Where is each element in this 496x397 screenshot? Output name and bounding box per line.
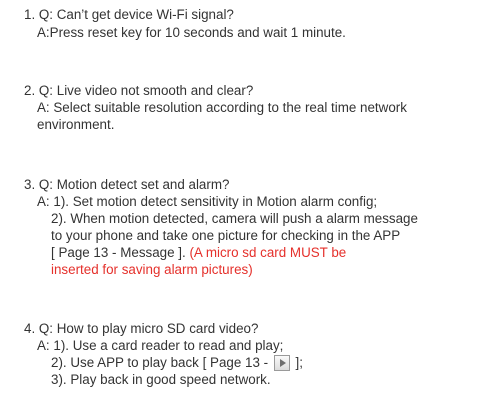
sd-card-warning-continued: inserted for saving alarm pictures) xyxy=(51,262,253,277)
faq-answer-3-line-1: A: 1). Set motion detect sensitivity in … xyxy=(37,194,378,209)
faq-question-1: 1. Q: Can’t get device Wi-Fi signal? xyxy=(24,7,234,22)
faq-answer-2-line-2: environment. xyxy=(37,117,115,132)
faq-answer-3-line-2: 2). When motion detected, camera will pu… xyxy=(51,211,418,226)
page-reference-text: [ Page 13 - Message ]. xyxy=(51,245,190,260)
faq-answer-4-line-3: 3). Play back in good speed network. xyxy=(51,372,271,387)
sd-card-warning: (A micro sd card MUST be xyxy=(189,245,347,260)
playback-instruction-text: 2). Use APP to play back [ Page 13 - xyxy=(51,355,272,370)
faq-answer-3-line-3: to your phone and take one picture for c… xyxy=(51,228,401,243)
faq-answer-4-line-1: A: 1). Use a card reader to read and pla… xyxy=(37,338,284,353)
play-button-icon xyxy=(273,355,290,371)
faq-answer-1: A:Press reset key for 10 seconds and wai… xyxy=(37,25,346,40)
faq-question-4: 4. Q: How to play micro SD card video? xyxy=(24,321,259,336)
faq-question-2: 2. Q: Live video not smooth and clear? xyxy=(24,83,254,98)
faq-question-3: 3. Q: Motion detect set and alarm? xyxy=(24,177,230,192)
playback-instruction-end: ]; xyxy=(291,355,303,370)
faq-answer-4-line-2: 2). Use APP to play back [ Page 13 - ]; xyxy=(51,354,303,371)
faq-answer-3-line-4: [ Page 13 - Message ]. (A micro sd card … xyxy=(51,244,346,261)
faq-answer-2-line-1: A: Select suitable resolution according … xyxy=(37,100,407,115)
